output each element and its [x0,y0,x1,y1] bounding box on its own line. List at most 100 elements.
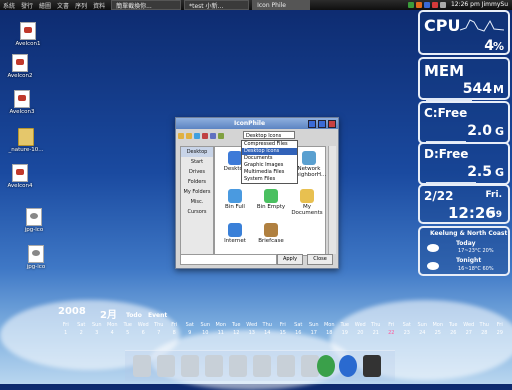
document-icon[interactable] [229,355,247,377]
desktop-icon[interactable]: jpg-ico [14,208,54,233]
film-icon[interactable] [181,355,199,377]
calendar-date[interactable]: 11 [213,330,229,336]
icon-item[interactable]: My Documents [289,189,325,216]
calendar-date[interactable]: 6 [136,330,152,336]
music-icon[interactable] [157,355,175,377]
calendar-event[interactable]: Event [148,312,167,319]
view-icon[interactable] [308,119,316,128]
icon-item[interactable]: Bin Empty [253,189,289,210]
monitor-icon[interactable] [253,355,271,377]
taskbar-task[interactable]: *test 小新... [184,0,250,10]
sidebar-item-folders[interactable]: Folders [181,177,213,187]
calendar-date[interactable]: 24 [415,330,431,336]
menu-item[interactable]: Graphic Images [242,162,297,169]
calendar-date[interactable]: 1 [58,330,74,336]
desktop-icon-label: jpg-ico [24,227,44,233]
mail-icon[interactable] [277,355,295,377]
calendar-date[interactable]: 29 [492,330,508,336]
taskbar-menu-item[interactable]: 發行 [18,1,36,10]
icon-item[interactable]: Briefcase [253,223,289,244]
sidebar-item-misc[interactable]: Misc. [181,197,213,207]
menu-item[interactable]: Multimedia Files [242,169,297,176]
calendar-date[interactable]: 25 [430,330,446,336]
icon-item[interactable]: Bin Full [217,189,253,210]
taskbar-task[interactable]: 簡單截換你... [111,0,182,10]
refresh-icon[interactable] [210,133,216,139]
calendar-date[interactable]: 20 [353,330,369,336]
calendar-date[interactable]: 15 [275,330,291,336]
folder-icon[interactable] [178,133,184,139]
tray-icon[interactable] [439,1,446,8]
taskbar: 系統 發行 繪圖 文書 序列 資料 簡單截換你... *test 小新... I… [0,0,512,10]
sidebar-item-cursors[interactable]: Cursors [181,207,213,217]
calendar-date[interactable]: 21 [368,330,384,336]
calendar-date[interactable]: 2 [74,330,90,336]
calendar-date[interactable]: 12 [229,330,245,336]
calendar-date[interactable]: 3 [89,330,105,336]
desktop-icon[interactable]: AveIcon4 [0,164,40,189]
copy-icon[interactable] [194,133,200,139]
sidebar-item-desktop[interactable]: Desktop [181,147,213,157]
messenger-icon[interactable] [317,355,335,377]
desktop-icon-label: _nature-10... [8,147,44,153]
view-icon[interactable] [318,119,326,128]
app-icon[interactable] [205,355,223,377]
trash-icon[interactable] [363,355,381,377]
calendar-date[interactable]: 23 [399,330,415,336]
calendar-date[interactable]: 22 [384,330,400,336]
window-titlebar[interactable]: IconPhile [176,118,338,129]
apply-button[interactable]: Apply [277,254,303,265]
calendar-todo[interactable]: Todo [126,312,142,319]
tray-icon[interactable] [423,1,430,8]
desktop-icon[interactable]: AveIcon3 [2,90,42,115]
calendar-date[interactable]: 5 [120,330,136,336]
taskbar-menu-item[interactable]: 系統 [0,1,18,10]
taskbar-menu-item[interactable]: 序列 [72,1,90,10]
sidebar-item-drives[interactable]: Drives [181,167,213,177]
calendar-date[interactable]: 27 [461,330,477,336]
taskbar-menu-item[interactable]: 資料 [90,1,108,10]
calendar-date[interactable]: 28 [477,330,493,336]
options-icon[interactable] [218,133,224,139]
sidebar-item-my-folders[interactable]: My Folders [181,187,213,197]
building-icon[interactable] [133,355,151,377]
taskbar-menu-item[interactable]: 繪圖 [36,1,54,10]
internet-explorer-icon[interactable] [339,355,357,377]
calendar-date[interactable]: 8 [167,330,183,336]
tray-icon[interactable] [431,1,438,8]
folder-icon[interactable] [186,133,192,139]
desktop-icon[interactable]: _nature-10... [6,128,46,153]
calendar-weekday: Fri [279,322,286,328]
calendar-date[interactable]: 9 [182,330,198,336]
taskbar-task[interactable]: Icon Phile [252,0,311,10]
calendar-date[interactable]: 13 [244,330,260,336]
taskbar-clock[interactable]: 12:26 pm JimmySu [451,1,508,8]
calendar-date[interactable]: 7 [151,330,167,336]
icon-item[interactable]: Internet [217,223,253,244]
calendar-date[interactable]: 19 [337,330,353,336]
calendar-date[interactable]: 14 [260,330,276,336]
delete-icon[interactable] [202,133,208,139]
tray-icon[interactable] [407,1,414,8]
calendar-date[interactable]: 26 [446,330,462,336]
menu-item[interactable]: Compressed Files [242,141,297,148]
menu-item[interactable]: Documents [242,155,297,162]
close-button[interactable]: Close [307,254,333,265]
desktop-icon[interactable]: AveIcon2 [0,54,40,79]
calendar-date[interactable]: 17 [306,330,322,336]
sidebar-item-start[interactable]: Start [181,157,213,167]
scrollbar[interactable] [328,146,336,254]
calendar-date[interactable]: 10 [198,330,214,336]
category-dropdown[interactable]: Desktop Icons [243,131,295,139]
tray-icon[interactable] [415,1,422,8]
bin-empty-icon [264,189,278,203]
calendar-date[interactable]: 4 [105,330,121,336]
calendar-date[interactable]: 18 [322,330,338,336]
desktop-icon[interactable]: AveIcon1 [8,22,48,47]
taskbar-menu-item[interactable]: 文書 [54,1,72,10]
desktop-icon[interactable]: jpg-ico [16,245,56,270]
close-icon[interactable] [328,119,336,128]
menu-item[interactable]: Desktop Icons [242,148,297,155]
calendar-date[interactable]: 16 [291,330,307,336]
menu-item[interactable]: System Files [242,176,297,183]
